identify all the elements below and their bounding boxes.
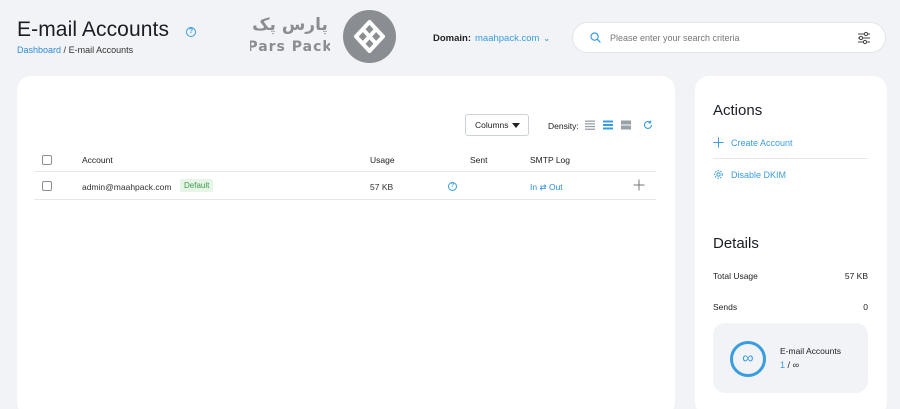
sends-label: Sends bbox=[713, 302, 738, 312]
caret-down-icon bbox=[512, 123, 520, 128]
side-panel: Actions Create Account Disable DKIM Deta… bbox=[695, 76, 887, 409]
search-input[interactable] bbox=[610, 29, 850, 47]
header-sent[interactable]: Sent bbox=[470, 155, 488, 165]
logo-text-en: Pars Pack bbox=[250, 39, 330, 55]
gear-icon bbox=[714, 170, 723, 179]
table-row[interactable]: admin@maahpack.com Default 57 KB ? In ⇄ … bbox=[34, 172, 656, 200]
filter-settings-icon[interactable] bbox=[857, 31, 871, 45]
breadcrumb-dashboard-link[interactable]: Dashboard bbox=[17, 45, 61, 55]
parspack-logo-mark bbox=[343, 10, 396, 63]
parspack-logo-text: پارس پک Pars Pack bbox=[250, 15, 330, 55]
smtp-out-link[interactable]: Out bbox=[549, 182, 563, 192]
density-label: Density: bbox=[548, 121, 579, 131]
search-bar[interactable] bbox=[572, 22, 886, 53]
total-usage-label: Total Usage bbox=[713, 271, 758, 281]
disable-dkim-action[interactable]: Disable DKIM bbox=[713, 169, 863, 183]
density-medium-icon[interactable] bbox=[603, 120, 613, 130]
breadcrumb: Dashboard / E-mail Accounts bbox=[17, 45, 133, 55]
account-usage: 57 KB bbox=[370, 182, 394, 192]
breadcrumb-separator: / bbox=[63, 45, 67, 55]
email-accounts-label: E-mail Accounts bbox=[780, 346, 841, 356]
sends-row: Sends 0 bbox=[713, 302, 868, 312]
refresh-icon[interactable] bbox=[643, 120, 653, 130]
email-accounts-count: 1 / ∞ bbox=[780, 360, 799, 370]
columns-label: Columns bbox=[475, 120, 509, 130]
total-usage-value: 57 KB bbox=[844, 271, 868, 281]
density-comfortable-icon[interactable] bbox=[621, 120, 631, 130]
row-checkbox[interactable] bbox=[42, 181, 52, 191]
disable-dkim-label: Disable DKIM bbox=[731, 170, 787, 180]
page-title: E-mail Accounts bbox=[17, 18, 170, 41]
create-account-label: Create Account bbox=[731, 138, 793, 148]
infinity-icon: ∞ bbox=[730, 341, 766, 377]
accounts-table-card: Columns Density: Account Usage Sent SMTP… bbox=[17, 76, 675, 409]
breadcrumb-current: E-mail Accounts bbox=[68, 45, 134, 55]
accounts-separator: / bbox=[787, 360, 791, 370]
account-email[interactable]: admin@maahpack.com bbox=[82, 182, 171, 192]
default-badge: Default bbox=[180, 179, 214, 192]
create-account-action[interactable]: Create Account bbox=[713, 137, 863, 151]
density-compact-icon[interactable] bbox=[585, 120, 595, 130]
select-all-checkbox[interactable] bbox=[42, 155, 52, 165]
domain-label: Domain: bbox=[433, 33, 471, 44]
sends-value: 0 bbox=[863, 302, 868, 312]
header-account[interactable]: Account bbox=[82, 155, 113, 165]
accounts-used: 1 bbox=[780, 360, 786, 370]
header-smtp-log[interactable]: SMTP Log bbox=[530, 155, 570, 165]
domain-value[interactable]: maahpack.com bbox=[475, 33, 539, 44]
domain-selector[interactable]: Domain: maahpack.com ⌄ bbox=[433, 33, 550, 44]
search-icon bbox=[590, 32, 601, 43]
plus-icon bbox=[713, 137, 724, 148]
sent-help-icon[interactable]: ? bbox=[448, 182, 457, 191]
actions-title: Actions bbox=[713, 102, 763, 119]
accounts-limit: ∞ bbox=[792, 360, 799, 370]
swap-arrows-icon: ⇄ bbox=[539, 182, 547, 192]
table-header: Account Usage Sent SMTP Log bbox=[34, 148, 656, 172]
smtp-in-link[interactable]: In bbox=[530, 182, 537, 192]
chevron-down-icon[interactable]: ⌄ bbox=[543, 34, 550, 43]
smtp-log-links: In ⇄ Out bbox=[530, 182, 563, 193]
actions-divider bbox=[713, 158, 868, 159]
expand-row-plus-icon[interactable] bbox=[633, 179, 645, 191]
logo-text-fa: پارس پک bbox=[252, 15, 328, 35]
header-usage[interactable]: Usage bbox=[370, 155, 395, 165]
total-usage-row: Total Usage 57 KB bbox=[713, 271, 868, 281]
details-title: Details bbox=[713, 235, 759, 252]
columns-button[interactable]: Columns bbox=[465, 114, 529, 136]
help-icon[interactable]: ? bbox=[186, 27, 196, 37]
email-accounts-quota: ∞ E-mail Accounts 1 / ∞ bbox=[713, 323, 868, 393]
